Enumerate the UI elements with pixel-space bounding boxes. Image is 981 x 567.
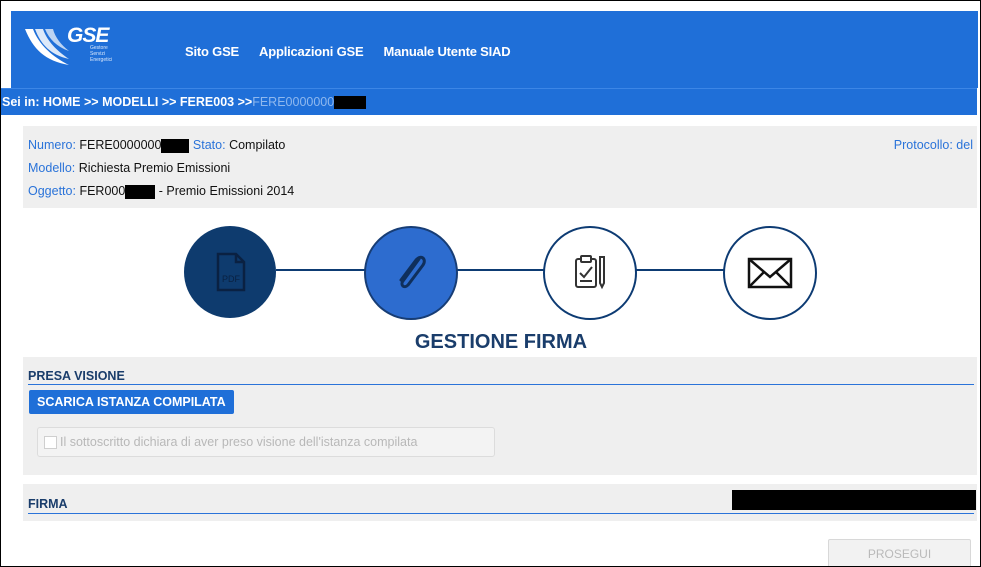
page-title: GESTIONE FIRMA xyxy=(414,331,588,353)
breadcrumb-prefix: Sei in: xyxy=(2,95,40,109)
numero-label: Numero: xyxy=(28,138,76,152)
pdf-icon-text: PDF xyxy=(222,274,241,284)
breadcrumb-fere003[interactable]: FERE003 xyxy=(180,95,234,109)
oggetto-label: Oggetto: xyxy=(28,184,76,198)
firma-heading: FIRMA xyxy=(28,497,68,511)
numero-value: FERE0000000 xyxy=(79,138,162,152)
modello-label: Modello: xyxy=(28,161,76,175)
paperclip-icon xyxy=(399,255,426,289)
breadcrumb-current: FERE0000000 xyxy=(252,95,335,109)
logo-subtitle: Gestore Servizi Energetici xyxy=(90,45,113,63)
section-divider xyxy=(28,513,974,514)
breadcrumb-separator: >> xyxy=(237,95,253,109)
nav-manuale-utente[interactable]: Manuale Utente SIAD xyxy=(383,44,510,59)
stepper-connector xyxy=(456,269,545,271)
nav-sito-gse[interactable]: Sito GSE xyxy=(185,44,239,59)
page-frame: GSE Gestore Servizi Energetici Sito GSE … xyxy=(0,0,981,567)
presa-visione-heading: PRESA VISIONE xyxy=(28,369,125,383)
modello-value: Richiesta Premio Emissioni xyxy=(78,161,231,175)
download-istanza-button[interactable]: SCARICA ISTANZA COMPILATA xyxy=(29,390,234,414)
modello-row: Modello: Richiesta Premio Emissioni xyxy=(28,161,230,175)
section-divider xyxy=(28,384,974,385)
stato-label: Stato: xyxy=(192,138,226,152)
gse-logo-swoosh-icon xyxy=(25,29,69,65)
nav-applicazioni-gse[interactable]: Applicazioni GSE xyxy=(259,44,364,59)
presa-visione-checkbox[interactable] xyxy=(44,436,57,449)
info-panel: Numero: FERE0000000 Stato: Compilato Mod… xyxy=(23,126,977,208)
oggetto-value-suffix: - Premio Emissioni 2014 xyxy=(158,184,295,198)
envelope-icon xyxy=(747,257,793,289)
oggetto-value-prefix: FER000 xyxy=(79,184,126,198)
stato-value: Compilato xyxy=(229,138,286,152)
step-pdf[interactable]: PDF xyxy=(184,226,276,318)
redaction-box xyxy=(732,490,976,510)
clipboard-pen-icon xyxy=(575,255,605,290)
stepper-connector xyxy=(276,269,366,271)
presa-visione-checkbox-row: Il sottoscritto dichiara di aver preso v… xyxy=(37,427,495,457)
redaction-box xyxy=(161,138,190,153)
oggetto-row: Oggetto: FER000 - Premio Emissioni 2014 xyxy=(28,184,294,199)
stepper-connector xyxy=(635,269,725,271)
step-send[interactable] xyxy=(723,226,817,320)
step-sign[interactable] xyxy=(543,226,637,320)
breadcrumb-separator: >> xyxy=(83,95,99,109)
pdf-icon: PDF xyxy=(216,252,246,292)
breadcrumb-home[interactable]: HOME xyxy=(43,95,81,109)
presa-visione-checkbox-label: Il sottoscritto dichiara di aver preso v… xyxy=(60,435,418,449)
breadcrumb: Sei in: HOME >> MODELLI >> FERE003 >>FER… xyxy=(2,95,367,110)
top-header: GSE Gestore Servizi Energetici Sito GSE … xyxy=(11,11,978,88)
step-attachment[interactable] xyxy=(364,226,458,320)
firma-section: FIRMA xyxy=(23,484,977,521)
redaction-box xyxy=(334,96,367,110)
breadcrumb-modelli[interactable]: MODELLI xyxy=(102,95,158,109)
presa-visione-section: PRESA VISIONE SCARICA ISTANZA COMPILATA … xyxy=(23,357,977,475)
breadcrumb-separator: >> xyxy=(161,95,177,109)
numero-row: Numero: FERE0000000 Stato: Compilato xyxy=(28,138,285,153)
prosegui-button[interactable]: PROSEGUI xyxy=(828,539,971,566)
redaction-box xyxy=(125,184,156,199)
progress-stepper: PDF xyxy=(1,226,980,321)
breadcrumb-bar: Sei in: HOME >> MODELLI >> FERE003 >>FER… xyxy=(1,88,977,115)
top-nav: Sito GSE Applicazioni GSE Manuale Utente… xyxy=(185,44,511,59)
protocollo-label: Protocollo: del xyxy=(893,138,973,152)
gse-logo[interactable]: GSE Gestore Servizi Energetici xyxy=(23,23,113,73)
